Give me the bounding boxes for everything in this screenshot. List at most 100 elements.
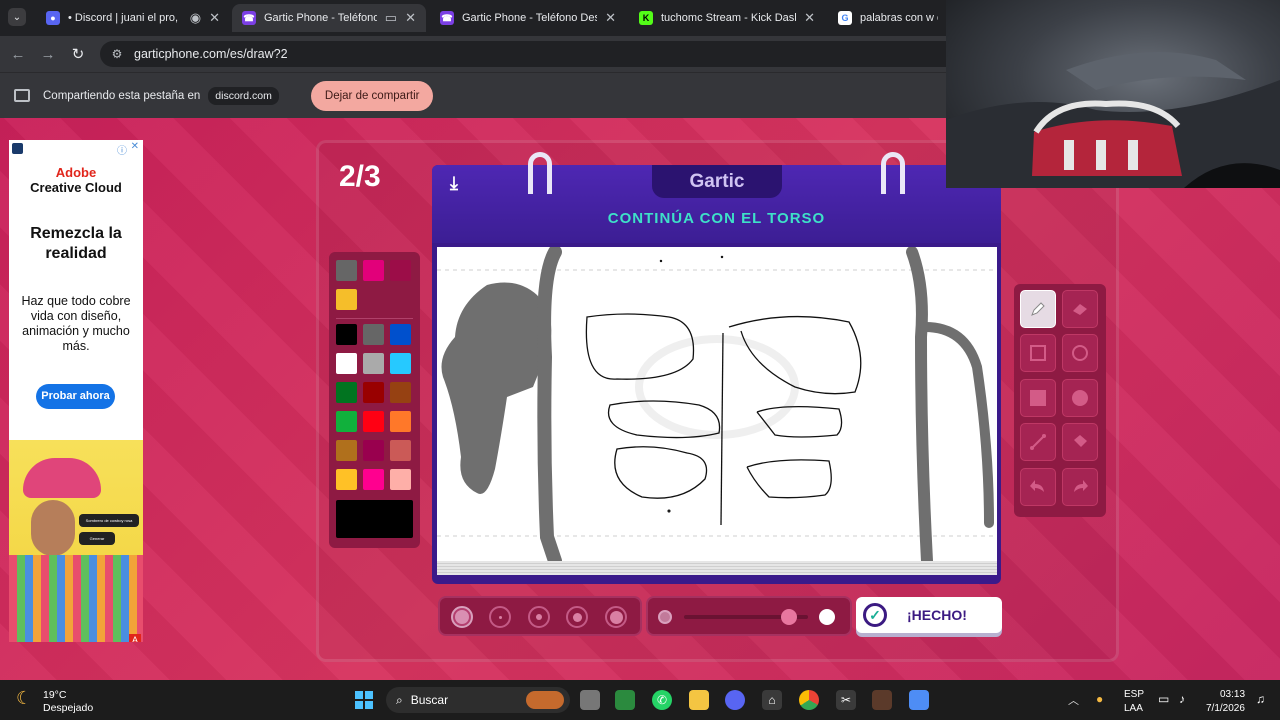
- color-swatch[interactable]: [390, 440, 411, 461]
- close-tab-icon[interactable]: ✕: [405, 10, 416, 26]
- taskbar-search[interactable]: ⌕ Buscar: [386, 687, 570, 713]
- circle-outline-icon[interactable]: [1062, 334, 1098, 372]
- webcam-overlay: [946, 0, 1280, 188]
- cowboy-hat-icon: [23, 458, 101, 498]
- pencil-icon[interactable]: [1020, 290, 1056, 328]
- eraser-icon[interactable]: [1062, 290, 1098, 328]
- gartic-favicon-icon: ☎: [440, 11, 454, 25]
- tab-kick[interactable]: K tuchomc Stream - Kick Dashbo ✕: [629, 4, 825, 32]
- clock-date[interactable]: 7/1/2026: [1206, 703, 1245, 714]
- color-swatch[interactable]: [336, 382, 357, 403]
- drawing-strokes: [437, 245, 997, 568]
- recent-color-swatch[interactable]: [336, 260, 357, 281]
- color-swatch[interactable]: [390, 411, 411, 432]
- color-swatch[interactable]: [336, 353, 357, 374]
- file-explorer-icon[interactable]: [689, 690, 709, 710]
- microphone-icon[interactable]: ●: [1096, 692, 1103, 706]
- tab-discord[interactable]: ● • Discord | juani el pro, Lov ◉ ✕: [36, 4, 230, 32]
- color-swatch[interactable]: [363, 353, 384, 374]
- redo-icon[interactable]: [1062, 468, 1098, 506]
- done-button[interactable]: ✓ ¡HECHO!: [856, 597, 1002, 633]
- language-code[interactable]: ESP: [1124, 689, 1144, 700]
- tray-chevron-icon[interactable]: ︿: [1068, 692, 1079, 708]
- color-swatch[interactable]: [363, 469, 384, 490]
- search-icon: ⌕: [396, 692, 403, 707]
- paint-app-icon[interactable]: [909, 690, 929, 710]
- network-icon[interactable]: ▭: [1158, 692, 1169, 706]
- square-outline-icon[interactable]: [1020, 334, 1056, 372]
- color-swatch[interactable]: [336, 440, 357, 461]
- stop-sharing-button[interactable]: Dejar de compartir: [310, 80, 434, 111]
- reload-icon[interactable]: ↻: [68, 44, 88, 64]
- tab-search-dropdown-icon[interactable]: ⌄: [8, 8, 26, 26]
- capcut-icon[interactable]: ✂: [836, 690, 856, 710]
- language-layout[interactable]: LAA: [1124, 703, 1143, 714]
- brush-size-selector: [438, 596, 642, 636]
- color-swatch[interactable]: [363, 382, 384, 403]
- close-tab-icon[interactable]: ✕: [209, 10, 220, 26]
- girl-face: [31, 500, 75, 556]
- discord-icon[interactable]: [725, 690, 745, 710]
- app-icon[interactable]: ⌂: [762, 690, 782, 710]
- game-app-icon[interactable]: [872, 690, 892, 710]
- tab-google[interactable]: G palabras con w en es: [828, 4, 948, 32]
- tab-gartic-2[interactable]: ☎ Gartic Phone - Teléfono Descon ✕: [430, 4, 626, 32]
- square-filled-icon[interactable]: [1020, 379, 1056, 417]
- gartic-favicon-icon: ☎: [242, 11, 256, 25]
- brush-size-3[interactable]: [528, 606, 550, 628]
- clock-time[interactable]: 03:13: [1220, 689, 1245, 700]
- opacity-thumb[interactable]: [781, 609, 798, 625]
- undo-icon[interactable]: [1020, 468, 1056, 506]
- ad-shield-icon: [12, 143, 23, 154]
- opacity-slider[interactable]: [646, 596, 852, 636]
- sharing-indicator-icon: ▭: [384, 10, 398, 25]
- weather-desc[interactable]: Despejado: [43, 702, 93, 714]
- forward-icon[interactable]: →: [38, 44, 58, 64]
- recent-color-swatch[interactable]: [390, 260, 411, 281]
- ad-cta-button[interactable]: Probar ahora: [36, 384, 115, 409]
- color-swatch[interactable]: [363, 411, 384, 432]
- color-swatch[interactable]: [390, 353, 411, 374]
- circle-filled-icon[interactable]: [1062, 379, 1098, 417]
- site-info-icon[interactable]: ⚙: [110, 47, 124, 61]
- color-swatch[interactable]: [363, 440, 384, 461]
- download-icon[interactable]: ⤓: [443, 172, 465, 194]
- discord-favicon-icon: ●: [46, 11, 60, 25]
- color-swatch[interactable]: [363, 324, 384, 345]
- tab-gartic-active[interactable]: ☎ Gartic Phone - Teléfono De ▭ ✕: [232, 4, 426, 32]
- close-tab-icon[interactable]: ✕: [605, 10, 616, 26]
- whatsapp-icon[interactable]: ✆: [652, 690, 672, 710]
- weather-temp[interactable]: 19°C: [43, 689, 66, 701]
- color-swatch[interactable]: [390, 382, 411, 403]
- chrome-icon[interactable]: [799, 690, 819, 710]
- volume-icon[interactable]: ♪: [1179, 692, 1185, 706]
- ad-brand-line1: Adobe: [55, 165, 97, 180]
- advertisement[interactable]: ⓘ ✕ Adobe Creative Cloud Remezcla la rea…: [9, 140, 143, 642]
- line-icon[interactable]: [1020, 423, 1056, 461]
- minecraft-icon[interactable]: [615, 690, 635, 710]
- brush-size-2[interactable]: [489, 606, 511, 628]
- google-favicon-icon: G: [838, 11, 852, 25]
- color-palette: [329, 252, 420, 548]
- drawing-canvas[interactable]: [437, 245, 997, 568]
- close-tab-icon[interactable]: ✕: [804, 10, 815, 26]
- ad-info-icon[interactable]: ⓘ: [117, 142, 127, 157]
- color-swatch[interactable]: [336, 324, 357, 345]
- recent-color-swatch[interactable]: [336, 289, 357, 310]
- fill-bucket-icon[interactable]: [1062, 423, 1098, 461]
- brush-size-4[interactable]: [566, 606, 588, 628]
- color-swatch[interactable]: [390, 469, 411, 490]
- brush-size-1[interactable]: [451, 606, 473, 628]
- color-swatch[interactable]: [336, 469, 357, 490]
- book-pages: [437, 561, 997, 575]
- windows-start-icon[interactable]: [354, 690, 374, 710]
- brush-size-5[interactable]: [605, 606, 627, 628]
- recent-color-swatch[interactable]: [363, 260, 384, 281]
- color-swatch[interactable]: [336, 411, 357, 432]
- ad-close-icon[interactable]: ✕: [131, 141, 139, 152]
- task-view-icon[interactable]: [580, 690, 600, 710]
- adobe-logo-icon: A: [129, 634, 141, 642]
- color-swatch[interactable]: [390, 324, 411, 345]
- back-icon[interactable]: ←: [8, 44, 28, 64]
- notification-bell-icon[interactable]: ♫: [1256, 692, 1265, 706]
